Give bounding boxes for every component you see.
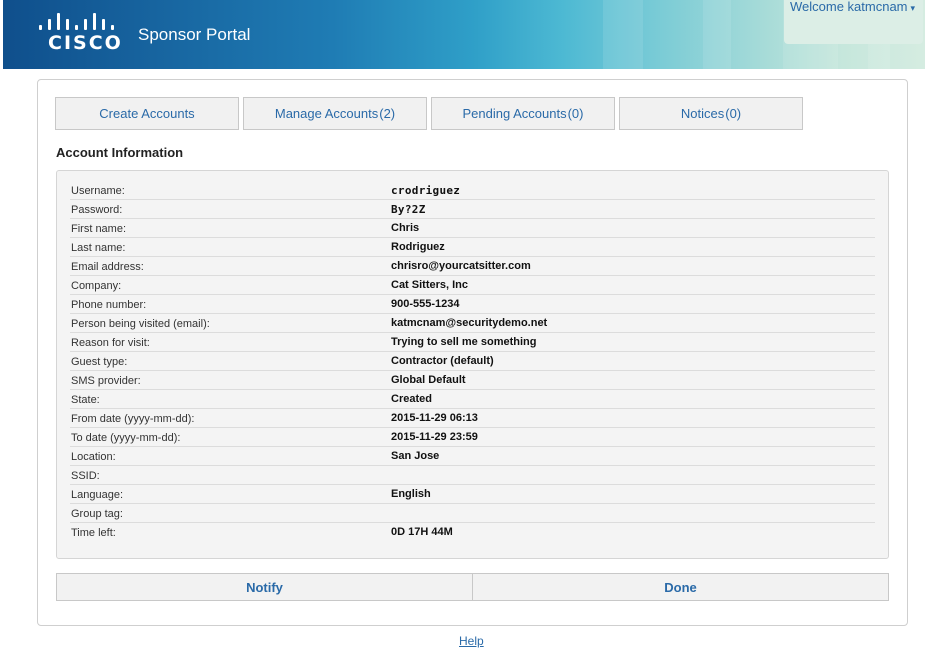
tab-label: Manage Accounts	[274, 106, 379, 121]
tab-count: (2)	[379, 106, 396, 121]
done-button[interactable]: Done	[472, 573, 889, 601]
info-row-ssid: SSID:	[70, 466, 875, 485]
tab-pending-accounts[interactable]: Pending Accounts (0)	[431, 97, 615, 130]
info-label: Person being visited (email):	[71, 318, 210, 330]
info-label: Language:	[71, 489, 123, 501]
info-row-reason: Reason for visit: Trying to sell me some…	[70, 333, 875, 352]
info-label: State:	[71, 394, 100, 406]
info-label: To date (yyyy-mm-dd):	[71, 432, 181, 444]
info-row-time-left: Time left: 0D 17H 44M	[70, 523, 875, 542]
info-row-username: Username: crodriguez	[70, 181, 875, 200]
info-value: chrisro@yourcatsitter.com	[391, 260, 531, 272]
info-label: Password:	[71, 204, 123, 216]
tab-label: Create Accounts	[99, 106, 195, 121]
info-row-email: Email address: chrisro@yourcatsitter.com	[70, 257, 875, 276]
info-value: Created	[391, 393, 432, 405]
notify-button[interactable]: Notify	[56, 573, 473, 601]
cisco-wordmark: CISCO	[48, 32, 123, 54]
info-label: Email address:	[71, 261, 144, 273]
info-label: First name:	[71, 223, 127, 235]
info-row-from-date: From date (yyyy-mm-dd): 2015-11-29 06:13	[70, 409, 875, 428]
info-value: Chris	[391, 222, 420, 234]
tab-label: Pending Accounts	[462, 106, 567, 121]
info-row-password: Password: By?2Z	[70, 200, 875, 219]
info-label: Reason for visit:	[71, 337, 150, 349]
tab-notices[interactable]: Notices (0)	[619, 97, 803, 130]
info-row-location: Location: San Jose	[70, 447, 875, 466]
info-value: 2015-11-29 23:59	[391, 431, 478, 443]
info-label: Time left:	[71, 527, 116, 539]
info-value: 2015-11-29 06:13	[391, 412, 478, 424]
info-label: SSID:	[71, 470, 100, 482]
account-info-box: Username: crodriguez Password: By?2Z Fir…	[56, 170, 889, 559]
info-value: 900-555-1234	[391, 298, 460, 310]
welcome-text: Welcome katmcnam	[790, 0, 908, 14]
info-value: San Jose	[391, 450, 440, 462]
info-label: Phone number:	[71, 299, 147, 311]
portal-title: Sponsor Portal	[138, 25, 251, 44]
info-value: Rodriguez	[391, 241, 445, 253]
info-label: Last name:	[71, 242, 126, 254]
info-row-phone: Phone number: 900-555-1234	[70, 295, 875, 314]
info-value: Contractor (default)	[391, 355, 494, 367]
info-value: 0D 17H 44M	[391, 526, 453, 538]
info-row-guest-type: Guest type: Contractor (default)	[70, 352, 875, 371]
info-row-group-tag: Group tag:	[70, 504, 875, 523]
cisco-bars-icon	[39, 10, 121, 30]
tab-count: (0)	[567, 106, 584, 121]
info-value: katmcnam@securitydemo.net	[391, 317, 548, 329]
info-label: From date (yyyy-mm-dd):	[71, 413, 195, 425]
info-row-person-visited: Person being visited (email): katmcnam@s…	[70, 314, 875, 333]
tab-label: Notices	[680, 106, 725, 121]
section-title: Account Information	[56, 145, 184, 160]
info-value: Cat Sitters, Inc	[391, 279, 469, 291]
info-row-language: Language: English	[70, 485, 875, 504]
help-link[interactable]: Help	[459, 634, 484, 648]
tab-manage-accounts[interactable]: Manage Accounts (2)	[243, 97, 427, 130]
info-row-to-date: To date (yyyy-mm-dd): 2015-11-29 23:59	[70, 428, 875, 447]
cisco-logo: CISCO	[39, 10, 129, 56]
info-label: Group tag:	[71, 508, 123, 520]
info-label: Guest type:	[71, 356, 128, 368]
info-value: Global Default	[391, 374, 466, 386]
info-row-sms-provider: SMS provider: Global Default	[70, 371, 875, 390]
info-value: By?2Z	[391, 203, 426, 216]
user-menu-button[interactable]: Welcome katmcnam ▾	[784, 0, 923, 44]
info-label: SMS provider:	[71, 375, 141, 387]
info-row-last-name: Last name: Rodriguez	[70, 238, 875, 257]
info-label: Username:	[71, 185, 125, 197]
info-row-company: Company: Cat Sitters, Inc	[70, 276, 875, 295]
tab-count: (0)	[725, 106, 742, 121]
info-value: crodriguez	[391, 184, 461, 197]
info-label: Location:	[71, 451, 116, 463]
caret-down-icon: ▾	[910, 3, 916, 13]
tab-create-accounts[interactable]: Create Accounts	[55, 97, 239, 130]
info-row-first-name: First name: Chris	[70, 219, 875, 238]
info-row-state: State: Created	[70, 390, 875, 409]
info-label: Company:	[71, 280, 122, 292]
info-value: English	[391, 488, 431, 500]
info-value: Trying to sell me something	[391, 336, 537, 348]
